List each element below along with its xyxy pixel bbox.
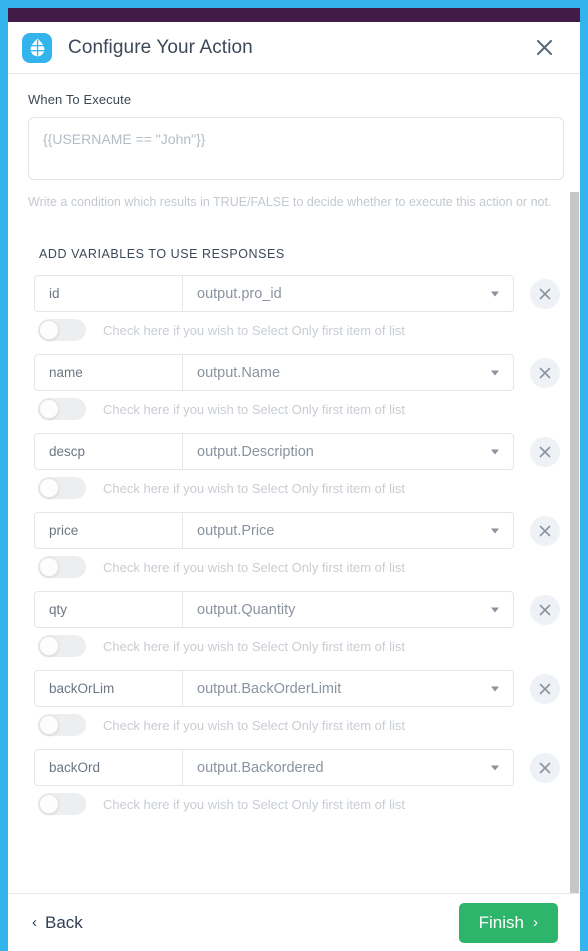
variable-controls: output.Name [34, 354, 514, 391]
variable-key-input[interactable] [35, 276, 183, 311]
toggle-caption: Check here if you wish to Select Only fi… [103, 718, 405, 733]
variable-response-select[interactable]: output.Description [183, 434, 513, 469]
select-first-item-toggle[interactable] [38, 477, 86, 499]
chevron-down-icon [491, 607, 499, 612]
variable-controls: output.Quantity [34, 591, 514, 628]
variable-controls: output.BackOrderLimit [34, 670, 514, 707]
variable-controls: output.Price [34, 512, 514, 549]
modal-header: Configure Your Action [8, 22, 580, 74]
variable-row: output.Name [34, 354, 560, 391]
variable-response-select[interactable]: output.Price [183, 513, 513, 548]
chevron-down-icon [491, 528, 499, 533]
toggle-knob [39, 320, 59, 340]
back-button[interactable]: ‹ Back [32, 913, 83, 933]
chevron-down-icon [491, 686, 499, 691]
remove-variable-button[interactable] [530, 595, 560, 625]
variable-row: output.Quantity [34, 591, 560, 628]
first-item-toggle-row: Check here if you wish to Select Only fi… [38, 398, 560, 420]
variable-row: output.Description [34, 433, 560, 470]
first-item-toggle-row: Check here if you wish to Select Only fi… [38, 714, 560, 736]
toggle-knob [39, 399, 59, 419]
toggle-caption: Check here if you wish to Select Only fi… [103, 639, 405, 654]
select-first-item-toggle[interactable] [38, 793, 86, 815]
page-title: Configure Your Action [68, 37, 253, 59]
variable-response-value: output.pro_id [183, 286, 513, 302]
configure-action-modal: Configure Your Action When To Execute Wr… [8, 8, 580, 951]
variable-response-select[interactable]: output.Name [183, 355, 513, 390]
variable-response-value: output.Description [183, 444, 513, 460]
first-item-toggle-row: Check here if you wish to Select Only fi… [38, 635, 560, 657]
toggle-caption: Check here if you wish to Select Only fi… [103, 481, 405, 496]
remove-variable-button[interactable] [530, 279, 560, 309]
variable-response-value: output.Quantity [183, 602, 513, 618]
variable-controls: output.pro_id [34, 275, 514, 312]
variable-response-select[interactable]: output.BackOrderLimit [183, 671, 513, 706]
toggle-caption: Check here if you wish to Select Only fi… [103, 797, 405, 812]
variable-key-input[interactable] [35, 671, 183, 706]
page-backdrop: Configure Your Action When To Execute Wr… [0, 0, 588, 951]
toggle-knob [39, 794, 59, 814]
toggle-knob [39, 715, 59, 735]
remove-variable-button[interactable] [530, 516, 560, 546]
condition-input[interactable] [28, 117, 564, 180]
remove-variable-button[interactable] [530, 674, 560, 704]
variable-key-input[interactable] [35, 513, 183, 548]
variable-controls: output.Description [34, 433, 514, 470]
variable-controls: output.Backordered [34, 749, 514, 786]
modal-body: When To Execute Write a condition which … [8, 74, 580, 893]
add-variables-section-title: ADD VARIABLES TO USE RESPONSES [39, 247, 560, 261]
chevron-down-icon [491, 449, 499, 454]
toggle-caption: Check here if you wish to Select Only fi… [103, 402, 405, 417]
toggle-knob [39, 557, 59, 577]
modal-accent-bar [8, 8, 580, 22]
modal-footer: ‹ Back Finish › [8, 893, 580, 951]
first-item-toggle-row: Check here if you wish to Select Only fi… [38, 793, 560, 815]
when-to-execute-label: When To Execute [28, 92, 560, 107]
chevron-down-icon [491, 765, 499, 770]
back-button-label: Back [45, 913, 83, 933]
variable-key-input[interactable] [35, 355, 183, 390]
toggle-caption: Check here if you wish to Select Only fi… [103, 560, 405, 575]
variable-row: output.pro_id [34, 275, 560, 312]
toggle-caption: Check here if you wish to Select Only fi… [103, 323, 405, 338]
select-first-item-toggle[interactable] [38, 556, 86, 578]
remove-variable-button[interactable] [530, 753, 560, 783]
condition-helper-text: Write a condition which results in TRUE/… [28, 193, 558, 211]
variable-key-input[interactable] [35, 750, 183, 785]
variable-response-select[interactable]: output.pro_id [183, 276, 513, 311]
close-icon[interactable] [530, 34, 558, 62]
select-first-item-toggle[interactable] [38, 319, 86, 341]
variable-key-input[interactable] [35, 434, 183, 469]
variable-row: output.Price [34, 512, 560, 549]
first-item-toggle-row: Check here if you wish to Select Only fi… [38, 477, 560, 499]
modal-scrollbar[interactable] [569, 74, 580, 893]
toggle-knob [39, 636, 59, 656]
first-item-toggle-row: Check here if you wish to Select Only fi… [38, 556, 560, 578]
chevron-down-icon [491, 370, 499, 375]
finish-button[interactable]: Finish › [459, 903, 558, 943]
variables-list: output.pro_id Check here if you wis [34, 275, 560, 815]
select-first-item-toggle[interactable] [38, 635, 86, 657]
select-first-item-toggle[interactable] [38, 714, 86, 736]
variable-response-value: output.Backordered [183, 760, 513, 776]
chevron-right-icon: › [533, 915, 538, 930]
toggle-knob [39, 478, 59, 498]
first-item-toggle-row: Check here if you wish to Select Only fi… [38, 319, 560, 341]
variable-row: output.BackOrderLimit [34, 670, 560, 707]
remove-variable-button[interactable] [530, 358, 560, 388]
droplet-leaf-icon [22, 33, 52, 63]
variable-response-value: output.BackOrderLimit [183, 681, 513, 697]
scrollbar-thumb[interactable] [570, 192, 579, 893]
variable-row: output.Backordered [34, 749, 560, 786]
finish-button-label: Finish [479, 913, 524, 933]
variable-response-value: output.Price [183, 523, 513, 539]
chevron-down-icon [491, 291, 499, 296]
remove-variable-button[interactable] [530, 437, 560, 467]
variable-key-input[interactable] [35, 592, 183, 627]
variable-response-value: output.Name [183, 365, 513, 381]
chevron-left-icon: ‹ [32, 915, 37, 930]
variable-response-select[interactable]: output.Quantity [183, 592, 513, 627]
select-first-item-toggle[interactable] [38, 398, 86, 420]
variable-response-select[interactable]: output.Backordered [183, 750, 513, 785]
